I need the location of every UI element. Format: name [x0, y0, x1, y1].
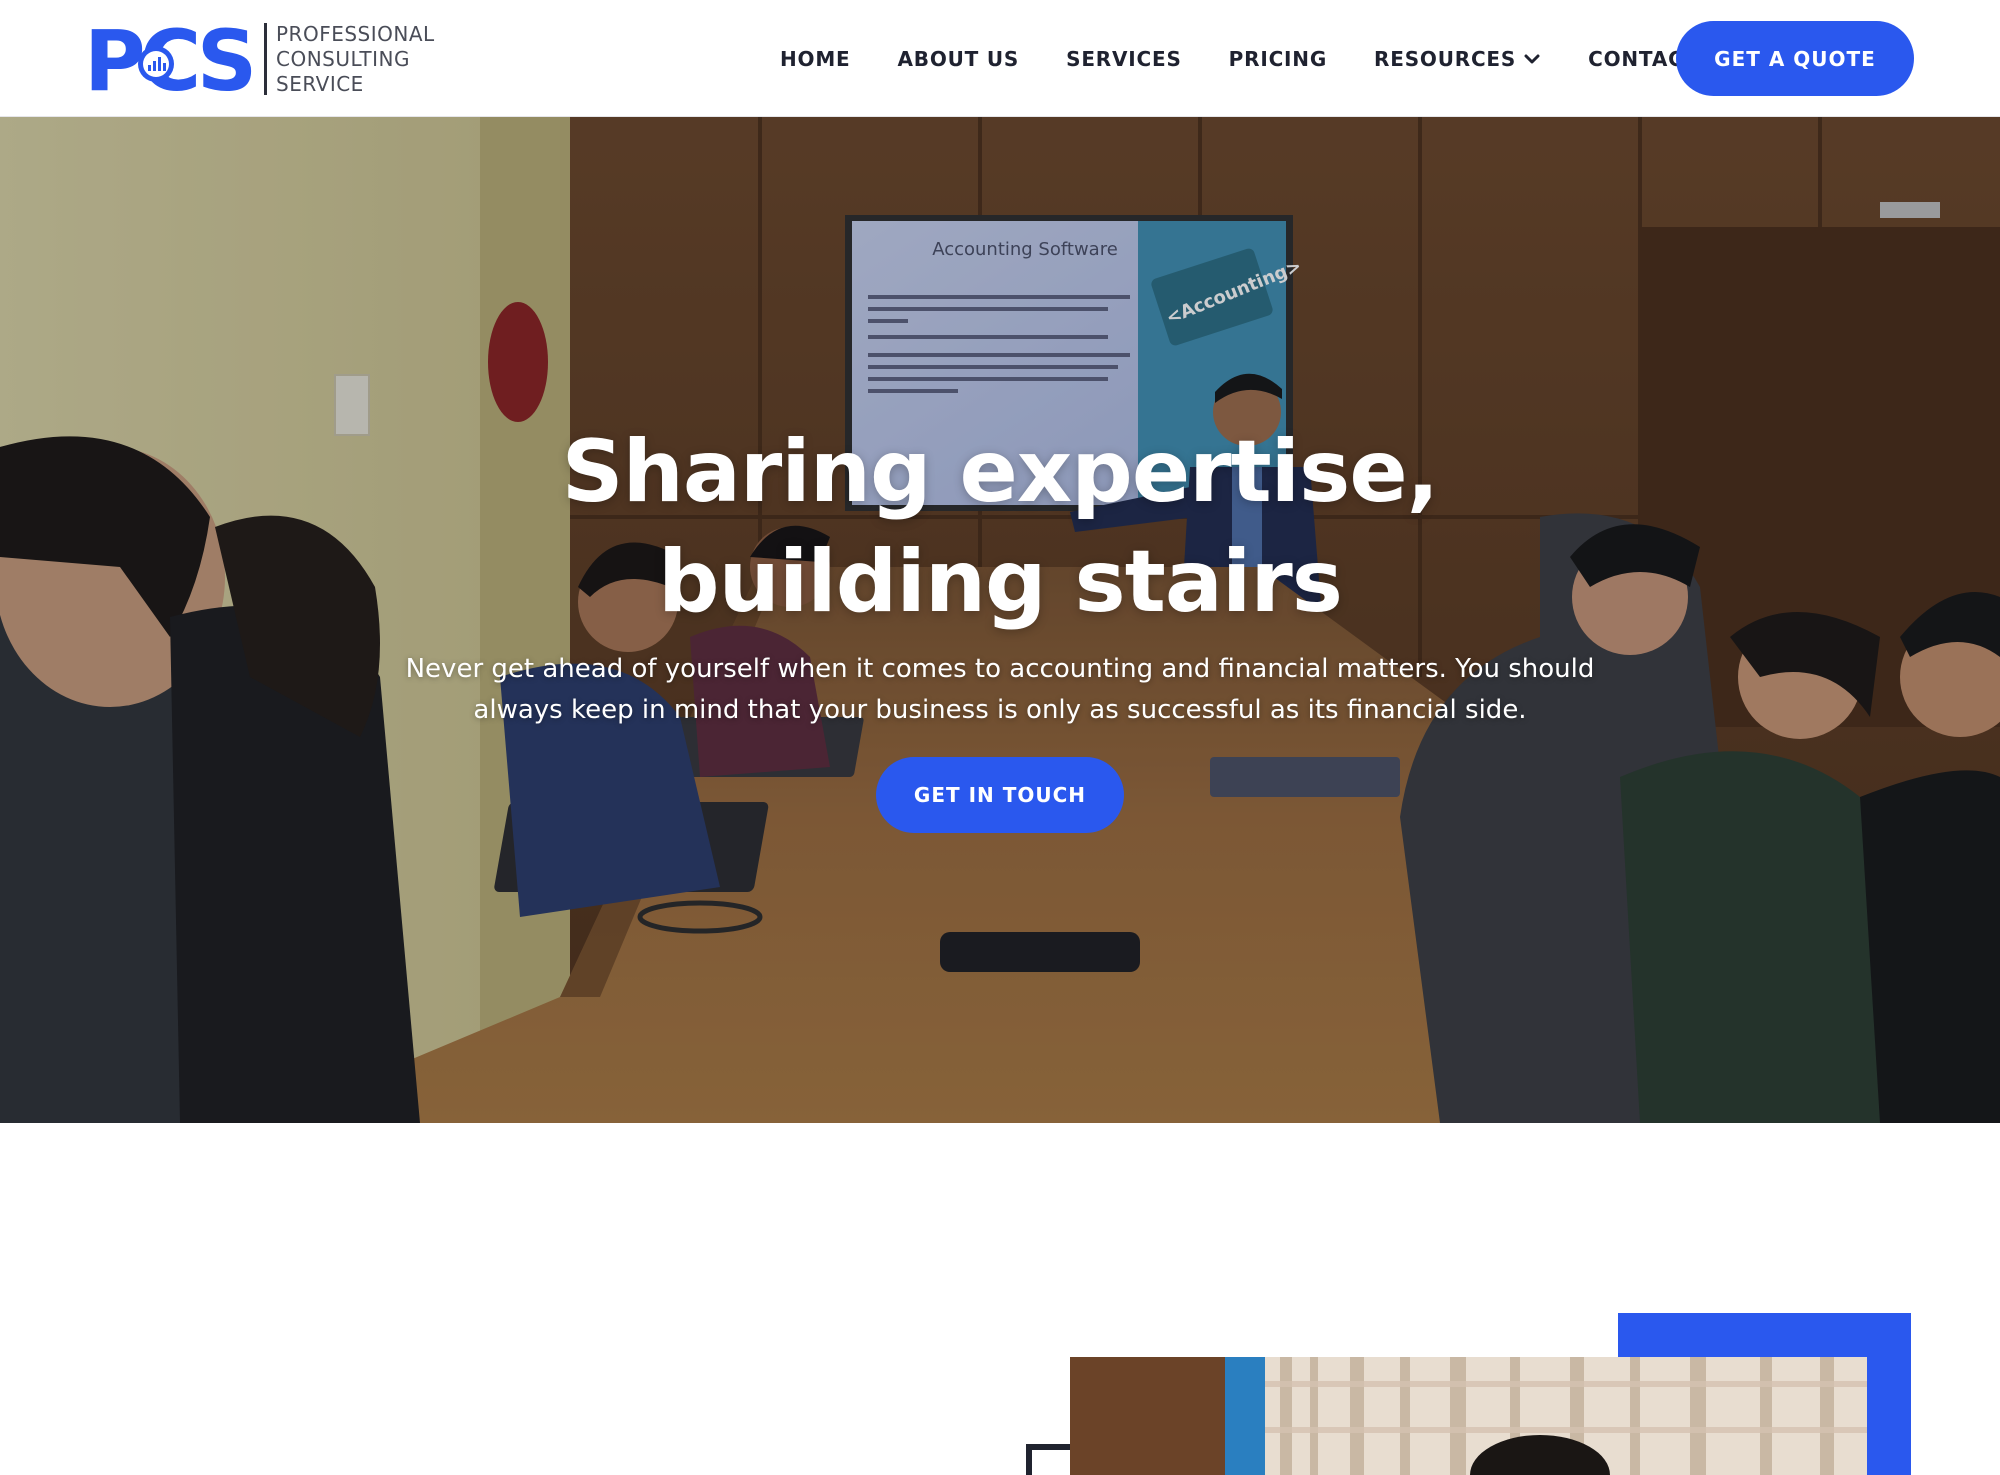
pcs-logo-mark: PCS — [84, 20, 256, 98]
brand-name-line-2: CONSULTING — [276, 46, 410, 71]
brand-name-line-1: PROFESSIONAL — [276, 21, 435, 46]
nav-home[interactable]: HOME — [780, 47, 851, 71]
get-a-quote-button[interactable]: GET A QUOTE — [1676, 21, 1914, 96]
main-nav: HOME ABOUT US SERVICES PRICING RESOURCES… — [780, 0, 1698, 117]
nav-about-us[interactable]: ABOUT US — [898, 47, 1020, 71]
get-in-touch-button[interactable]: GET IN TOUCH — [876, 757, 1124, 833]
hero-title: Sharing expertise, building stairs — [561, 422, 1440, 632]
hero-section: <Accounting> Accounting Software Sharing… — [0, 117, 2000, 1123]
nav-services[interactable]: SERVICES — [1066, 47, 1182, 71]
nav-pricing[interactable]: PRICING — [1229, 47, 1327, 71]
logo-divider — [264, 23, 267, 95]
about-photo-image — [1070, 1357, 1867, 1475]
nav-resources[interactable]: RESOURCES — [1374, 47, 1541, 71]
hero-subtitle: Never get ahead of yourself when it come… — [405, 654, 1595, 725]
brand-name-line-3: SERVICE — [276, 71, 364, 96]
nav-resources-label: RESOURCES — [1374, 46, 1517, 71]
brand-logo[interactable]: PCS PROFESSIONAL CONSULTING SERVICE — [84, 20, 435, 98]
about-photo — [1070, 1357, 1867, 1475]
brand-name: PROFESSIONAL CONSULTING SERVICE — [276, 22, 435, 97]
chevron-down-icon — [1524, 54, 1540, 63]
site-header: PCS PROFESSIONAL CONSULTING SERVICE HOME… — [0, 0, 2000, 117]
